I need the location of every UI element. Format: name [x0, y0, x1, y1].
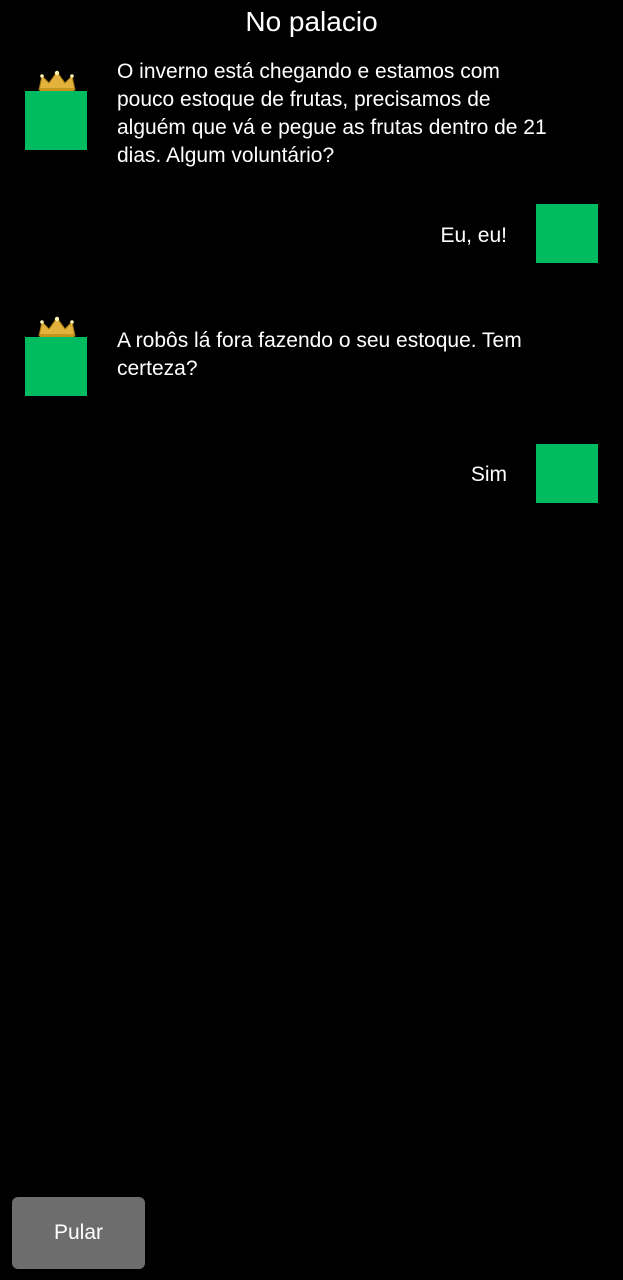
page-title: No palacio [245, 6, 378, 37]
crown-icon [38, 70, 76, 92]
king-message-text: O inverno está chegando e estamos com po… [117, 60, 547, 167]
player-avatar [536, 444, 598, 503]
player-message-text: Eu, eu! [440, 224, 507, 247]
player-avatar [536, 204, 598, 263]
player-message-text: Sim [470, 463, 507, 486]
skip-button[interactable]: Pular [12, 1197, 145, 1269]
king-avatar [25, 337, 87, 396]
king-avatar [25, 91, 87, 150]
crown-icon [38, 316, 76, 338]
king-message-text: A robôs lá fora fazendo o seu estoque. T… [117, 329, 522, 380]
